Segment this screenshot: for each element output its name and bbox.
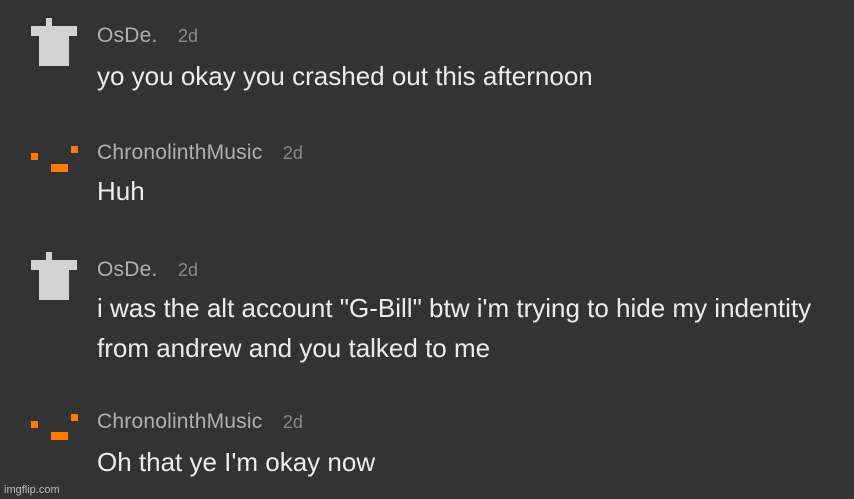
avatar[interactable] (28, 138, 80, 190)
orange-pixel-blocks-icon (31, 414, 78, 440)
username[interactable]: ChronolinthMusic (97, 410, 262, 433)
timestamp: 2d (282, 412, 303, 432)
timestamp: 2d (282, 143, 303, 163)
comment-text: Huh (97, 176, 145, 206)
timestamp: 2d (177, 26, 198, 46)
timestamp: 2d (177, 260, 198, 280)
username[interactable]: ChronolinthMusic (97, 141, 262, 164)
avatar[interactable] (28, 250, 80, 302)
comment-text: yo you okay you crashed out this afterno… (97, 61, 593, 91)
avatar[interactable] (28, 16, 80, 68)
watermark: imgflip.com (4, 484, 60, 496)
orange-pixel-blocks-icon (31, 146, 78, 172)
avatar[interactable] (28, 406, 80, 458)
username[interactable]: OsDe. (97, 24, 158, 47)
gray-t-shirt-pixel-icon (31, 18, 77, 66)
comment-text: Oh that ye I'm okay now (97, 447, 376, 477)
gray-t-shirt-pixel-icon (31, 252, 77, 300)
username[interactable]: OsDe. (97, 258, 158, 281)
comment-text: i was the alt account "G-Bill" btw i'm t… (97, 293, 812, 363)
